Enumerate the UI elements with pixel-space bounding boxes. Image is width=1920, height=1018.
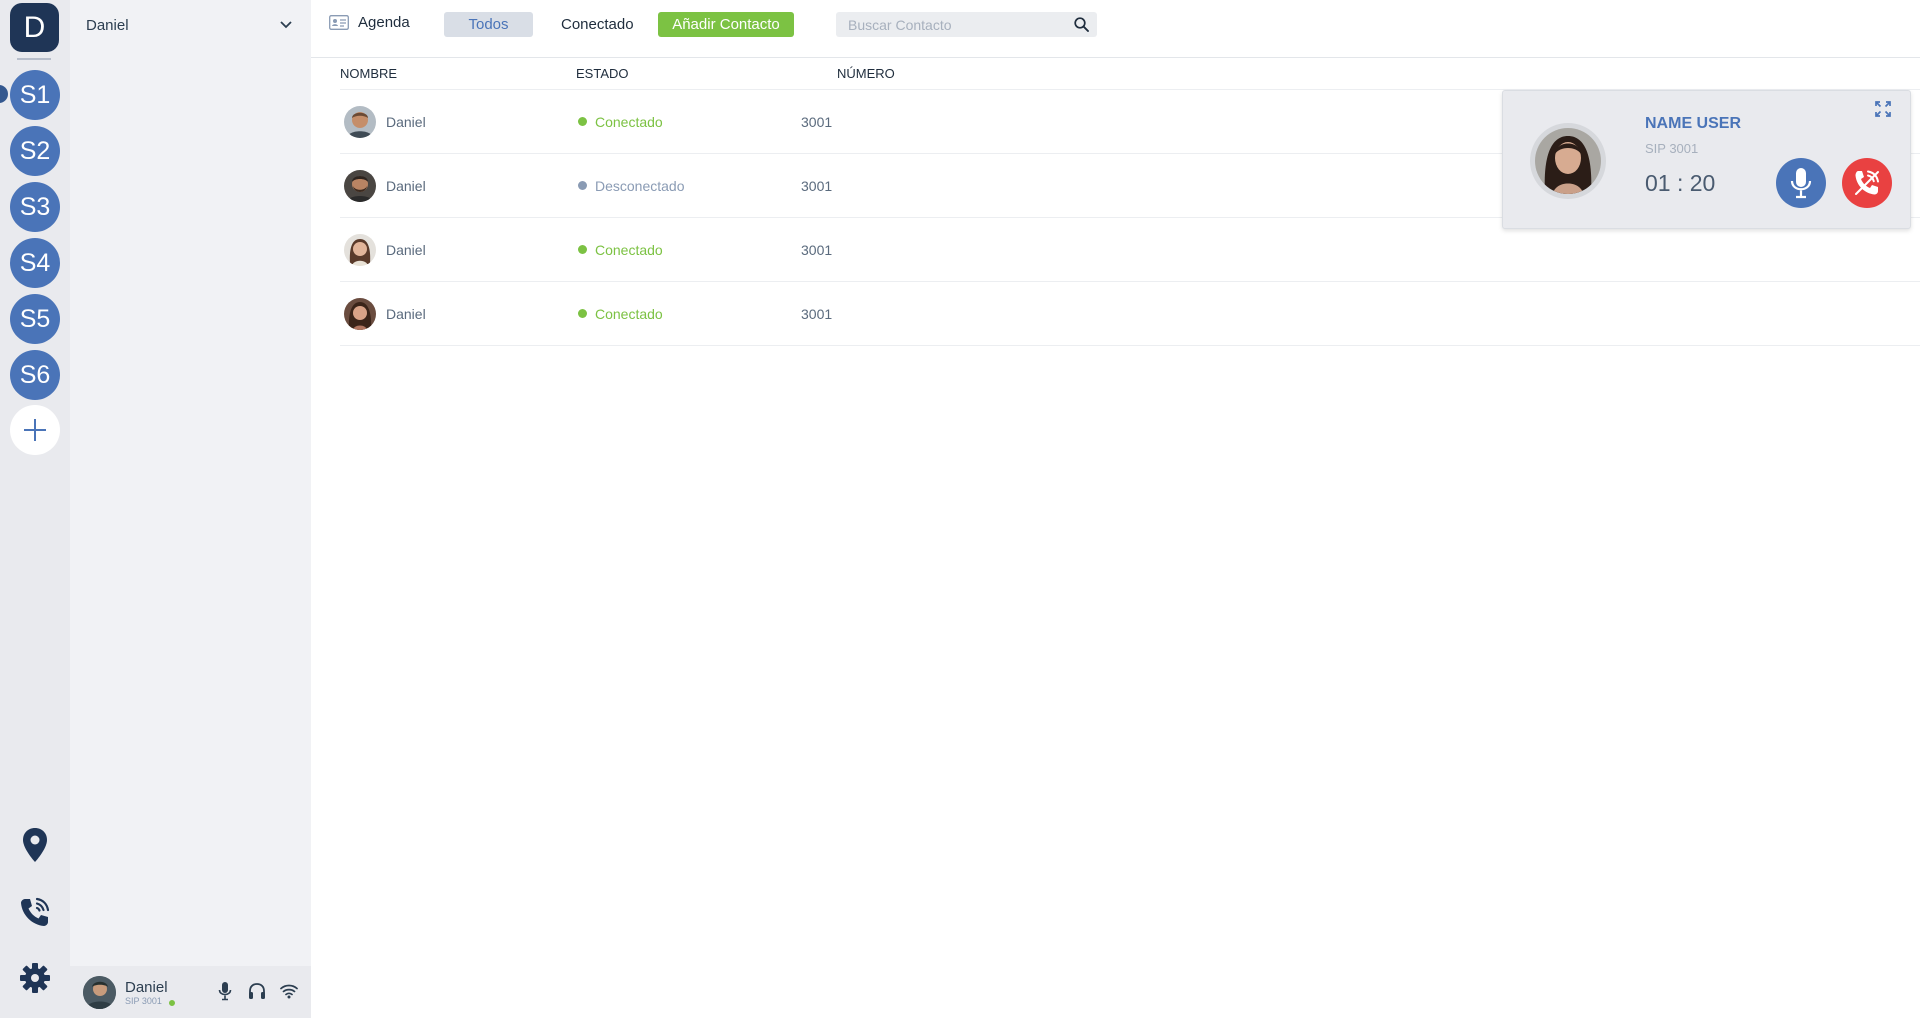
status-dot xyxy=(578,117,587,126)
active-call-card: NAME USER SIP 3001 01 : 20 xyxy=(1502,90,1911,229)
microphone-toggle[interactable] xyxy=(215,980,235,1002)
server-label: S5 xyxy=(19,304,51,333)
user-sip: SIP 3001 xyxy=(125,995,162,1006)
settings-button[interactable] xyxy=(15,958,55,998)
calls-button[interactable] xyxy=(15,892,55,932)
status-badge: Desconectado xyxy=(540,178,801,194)
tab-all[interactable]: Todos xyxy=(444,12,533,37)
contact-number: 3001 xyxy=(801,177,833,194)
search-input[interactable] xyxy=(848,16,1074,33)
headphones-icon xyxy=(249,983,265,999)
hang-up-phone-icon xyxy=(1855,170,1879,195)
home-button[interactable]: D xyxy=(10,3,59,52)
column-header-name[interactable]: NOMBRE xyxy=(340,66,576,81)
mute-button[interactable] xyxy=(1776,158,1826,208)
server-s5[interactable]: S5 xyxy=(10,294,60,344)
server-s1[interactable]: S1 xyxy=(10,70,60,120)
avatar xyxy=(344,105,376,138)
add-contact-button[interactable]: Añadir Contacto xyxy=(658,12,794,37)
tab-connected[interactable]: Conectado xyxy=(561,12,634,37)
server-label: S6 xyxy=(19,360,51,389)
server-label: S4 xyxy=(19,248,51,277)
active-server-indicator xyxy=(0,85,8,103)
column-header-number[interactable]: NÚMERO xyxy=(837,66,1037,81)
server-s3[interactable]: S3 xyxy=(10,182,60,232)
avatar xyxy=(344,297,376,330)
status-badge: Conectado xyxy=(540,242,801,258)
connection-status[interactable] xyxy=(279,980,299,1002)
status-text: Desconectado xyxy=(595,177,685,194)
current-user-bar: Daniel SIP 3001 xyxy=(70,966,311,1018)
hang-up-button[interactable] xyxy=(1842,158,1892,208)
search-box xyxy=(836,12,1097,37)
account-panel: Daniel Daniel SIP 3001 xyxy=(70,0,311,1018)
status-dot xyxy=(578,309,587,318)
user-name: Daniel xyxy=(125,978,168,996)
add-server-button[interactable] xyxy=(10,405,60,455)
microphone-icon xyxy=(218,982,232,1001)
server-s2[interactable]: S2 xyxy=(10,126,60,176)
location-pin-icon xyxy=(23,828,47,862)
contact-name: Daniel xyxy=(386,241,426,258)
server-label: S1 xyxy=(19,80,51,109)
status-badge: Conectado xyxy=(540,306,801,322)
contact-number: 3001 xyxy=(801,113,833,130)
server-s6[interactable]: S6 xyxy=(10,350,60,400)
avatar xyxy=(344,233,376,266)
account-selector[interactable]: Daniel xyxy=(70,0,311,50)
microphone-icon xyxy=(1790,168,1812,199)
contact-name: Daniel xyxy=(386,177,426,194)
caller-name: NAME USER xyxy=(1645,115,1742,132)
status-text: Conectado xyxy=(595,241,663,258)
caller-sip: SIP 3001 xyxy=(1645,141,1699,156)
phone-ringing-icon xyxy=(21,897,50,926)
status-dot xyxy=(578,245,587,254)
status-text: Conectado xyxy=(595,305,663,322)
contact-name: Daniel xyxy=(386,113,426,130)
caller-avatar xyxy=(1530,123,1606,199)
expand-call-button[interactable] xyxy=(1873,99,1893,119)
location-button[interactable] xyxy=(15,825,55,865)
table-header: NOMBRE ESTADO NÚMERO xyxy=(340,58,1920,90)
headphones-toggle[interactable] xyxy=(247,980,267,1002)
account-name: Daniel xyxy=(86,16,129,34)
gear-icon xyxy=(20,963,50,993)
online-status-dot xyxy=(167,998,177,1008)
plus-icon xyxy=(24,419,46,441)
avatar xyxy=(344,169,376,202)
avatar[interactable] xyxy=(83,975,116,1009)
wifi-icon xyxy=(280,984,298,999)
contact-number: 3001 xyxy=(801,305,833,322)
server-label: S2 xyxy=(19,136,51,165)
rail-divider xyxy=(17,58,51,60)
server-s4[interactable]: S4 xyxy=(10,238,60,288)
server-label: S3 xyxy=(19,192,51,221)
agenda-title: Agenda xyxy=(329,14,410,31)
table-row[interactable]: Daniel Conectado 3001 xyxy=(340,282,1920,346)
status-badge: Conectado xyxy=(540,114,801,130)
contact-name: Daniel xyxy=(386,305,426,322)
contact-card-icon xyxy=(329,15,349,30)
home-label: D xyxy=(23,10,46,44)
server-rail: D S1 S2 S3 S4 S5 S6 xyxy=(0,0,70,1018)
agenda-label: Agenda xyxy=(358,14,410,31)
status-dot xyxy=(578,181,587,190)
chevron-down-icon xyxy=(280,21,292,29)
contact-number: 3001 xyxy=(801,241,833,258)
call-timer: 01 : 20 xyxy=(1645,170,1716,196)
search-icon[interactable] xyxy=(1074,17,1089,32)
expand-icon xyxy=(1875,101,1891,117)
contacts-toolbar: Agenda Todos Conectado Añadir Contacto xyxy=(311,0,1920,58)
status-text: Conectado xyxy=(595,113,663,130)
column-header-status[interactable]: ESTADO xyxy=(576,66,837,81)
